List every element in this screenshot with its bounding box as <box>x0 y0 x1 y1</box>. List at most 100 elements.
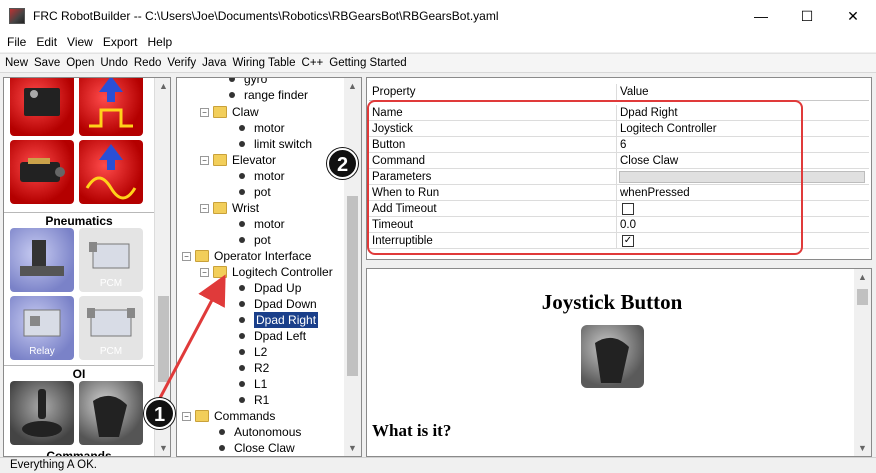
tree-row[interactable]: limit switch <box>239 136 312 152</box>
property-column-header[interactable]: Property <box>369 84 617 100</box>
joystick-button-tile[interactable] <box>79 381 143 445</box>
open-button[interactable]: Open <box>63 57 97 69</box>
tree-row-selected[interactable]: Dpad Right <box>239 311 320 329</box>
save-button[interactable]: Save <box>31 57 63 69</box>
maximize-button[interactable]: ☐ <box>784 0 830 32</box>
value-column-header[interactable]: Value <box>617 84 869 100</box>
servo-tile[interactable] <box>10 78 74 136</box>
undo-button[interactable]: Undo <box>97 57 131 69</box>
bullet-icon <box>229 78 235 82</box>
scroll-down-icon[interactable]: ▼ <box>155 440 170 456</box>
tree-label: motor <box>254 217 285 231</box>
tree-row[interactable]: Dpad Down <box>239 296 317 312</box>
analog-output-tile[interactable] <box>79 140 143 204</box>
pcm-solenoid-tile[interactable]: PCM <box>79 228 143 292</box>
encoder-icon <box>20 158 65 182</box>
minimize-button[interactable]: — <box>738 0 784 32</box>
collapse-icon[interactable]: − <box>200 203 209 213</box>
menu-view[interactable]: View <box>62 35 98 49</box>
tree-label: Claw <box>232 105 259 119</box>
bullet-icon <box>239 397 245 403</box>
bullet-icon <box>219 445 225 451</box>
close-button[interactable]: ✕ <box>830 0 876 32</box>
tree-row[interactable]: L2 <box>239 344 267 360</box>
relay-tile[interactable]: Relay <box>10 296 74 360</box>
help-scroll-thumb[interactable] <box>857 289 868 305</box>
folder-icon <box>213 266 227 278</box>
collapse-icon[interactable]: − <box>200 267 209 277</box>
tree-scrollbar[interactable]: ▲ ▼ <box>344 78 361 456</box>
menu-file[interactable]: File <box>2 35 31 49</box>
tree-label: pot <box>254 233 271 247</box>
java-button[interactable]: Java <box>199 57 229 69</box>
tree-label: motor <box>254 169 285 183</box>
bullet-icon <box>239 237 245 243</box>
tree-row[interactable]: motor <box>239 168 285 184</box>
redo-button[interactable]: Redo <box>131 57 165 69</box>
scroll-up-icon[interactable]: ▲ <box>854 269 871 285</box>
menu-export[interactable]: Export <box>98 35 143 49</box>
pcm-double-solenoid-tile[interactable]: PCM <box>79 296 143 360</box>
tree-row[interactable]: R2 <box>239 360 269 376</box>
tree-row[interactable]: range finder <box>229 87 308 103</box>
palette-divider <box>4 365 154 366</box>
joystick-icon <box>22 389 62 437</box>
tree-row[interactable]: Dpad Up <box>239 280 301 296</box>
scroll-down-icon[interactable]: ▼ <box>344 440 361 456</box>
palette-scroll-thumb[interactable] <box>158 296 169 382</box>
scroll-down-icon[interactable]: ▼ <box>854 440 871 456</box>
compressor-tile[interactable] <box>10 228 74 292</box>
tree-row[interactable]: − Logitech Controller <box>200 264 333 280</box>
tree-row[interactable]: − Claw <box>200 104 259 120</box>
bullet-icon <box>239 317 245 323</box>
tree-row[interactable]: − Operator Interface <box>182 248 311 264</box>
scroll-up-icon[interactable]: ▲ <box>344 78 361 94</box>
getting-started-button[interactable]: Getting Started <box>326 57 409 69</box>
tree-row[interactable]: Dpad Left <box>239 328 306 344</box>
tree-row[interactable]: − Wrist <box>200 200 259 216</box>
joystick-tile[interactable] <box>10 381 74 445</box>
menu-help[interactable]: Help <box>143 35 178 49</box>
bullet-icon <box>239 221 245 227</box>
digital-output-tile[interactable] <box>79 78 143 136</box>
tree-scroll-thumb[interactable] <box>347 196 358 376</box>
encoder-tile[interactable] <box>10 140 74 204</box>
collapse-icon[interactable]: − <box>182 251 191 261</box>
servo-icon <box>24 88 60 116</box>
menu-edit[interactable]: Edit <box>31 35 62 49</box>
tree-label: R2 <box>254 361 270 375</box>
scroll-up-icon[interactable]: ▲ <box>155 78 170 94</box>
tree-row[interactable]: motor <box>239 120 285 136</box>
digital-signal-icon <box>89 78 133 128</box>
tree-row[interactable]: L1 <box>239 376 267 392</box>
verify-button[interactable]: Verify <box>164 57 199 69</box>
relay-caption: Relay <box>29 346 55 357</box>
callout-badge-1: 1 <box>144 398 175 429</box>
tree-row[interactable]: R1 <box>239 392 269 408</box>
collapse-icon[interactable]: − <box>200 107 209 117</box>
tree-row[interactable]: pot <box>239 232 271 248</box>
pneumatics-group: Pneumatics <box>4 214 154 228</box>
commands-group: Commands <box>4 449 154 456</box>
tree-row[interactable]: motor <box>239 216 285 232</box>
pcm-caption: PCM <box>99 278 123 289</box>
toolbar: New Save Open Undo Redo Verify Java Wiri… <box>0 53 876 73</box>
tree-row[interactable]: pot <box>239 184 271 200</box>
collapse-icon[interactable]: − <box>200 155 209 165</box>
joystick-button-image <box>581 325 644 388</box>
tree-row[interactable]: gyro <box>229 78 267 87</box>
help-scrollbar[interactable]: ▲ ▼ <box>854 269 871 456</box>
new-button[interactable]: New <box>2 57 31 69</box>
cpp-button[interactable]: C++ <box>299 57 327 69</box>
compressor-icon <box>20 240 64 276</box>
tree-row[interactable]: Close Claw <box>219 440 295 456</box>
tree-row[interactable]: − Commands <box>182 408 275 424</box>
bullet-icon <box>239 365 245 371</box>
tree-label: Close Claw <box>234 441 295 455</box>
tree-row[interactable]: Autonomous <box>219 424 301 440</box>
wiring-table-button[interactable]: Wiring Table <box>229 57 298 69</box>
collapse-icon[interactable]: − <box>182 411 191 421</box>
bullet-icon <box>239 285 245 291</box>
tree-row[interactable]: − Elevator <box>200 152 276 168</box>
analog-signal-icon <box>85 144 137 200</box>
